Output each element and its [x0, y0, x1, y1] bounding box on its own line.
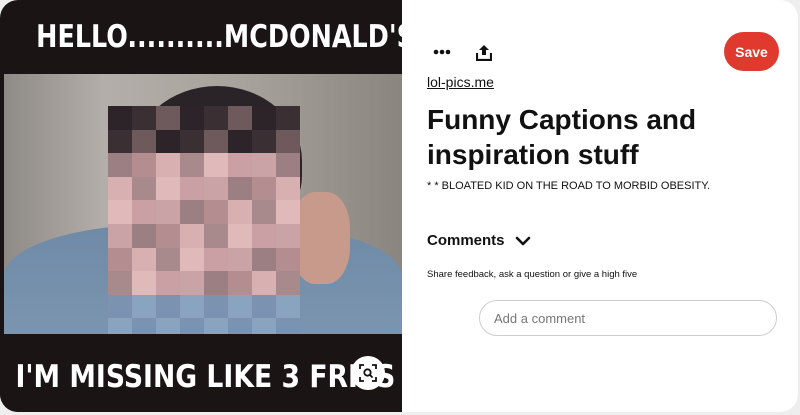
- share-upload-icon: [476, 44, 492, 61]
- pin-details-panel: Save lol-pics.me Funny Captions and insp…: [402, 0, 798, 412]
- meme-photo: [4, 74, 402, 334]
- pin-description: * * BLOATED KID ON THE ROAD TO MORBID OB…: [427, 180, 711, 192]
- save-button[interactable]: Save: [724, 32, 779, 71]
- comments-heading: Comments: [427, 232, 505, 249]
- share-button[interactable]: [470, 38, 498, 66]
- visual-search-icon: [359, 364, 377, 382]
- ellipsis-icon: [433, 49, 451, 55]
- pin-card: HELLO..........MCDONALD'S? I'M MISSING L…: [0, 0, 798, 412]
- chevron-down-icon: [515, 236, 530, 245]
- meme-bottom-caption: I'M MISSING LIKE 3 FRIES: [0, 334, 395, 412]
- pixelated-face: [108, 106, 300, 334]
- pin-image[interactable]: HELLO..........MCDONALD'S? I'M MISSING L…: [0, 0, 402, 412]
- visual-search-button[interactable]: [351, 356, 385, 390]
- more-options-button[interactable]: [428, 38, 456, 66]
- comment-input[interactable]: [479, 300, 777, 336]
- meme-top-caption: HELLO..........MCDONALD'S?: [36, 0, 402, 74]
- photo-hand: [292, 192, 350, 284]
- source-link[interactable]: lol-pics.me: [427, 74, 494, 90]
- comments-subtitle: Share feedback, ask a question or give a…: [427, 269, 638, 280]
- pin-title: Funny Captions and inspiration stuff: [427, 104, 697, 170]
- comments-toggle[interactable]: Comments: [427, 232, 531, 249]
